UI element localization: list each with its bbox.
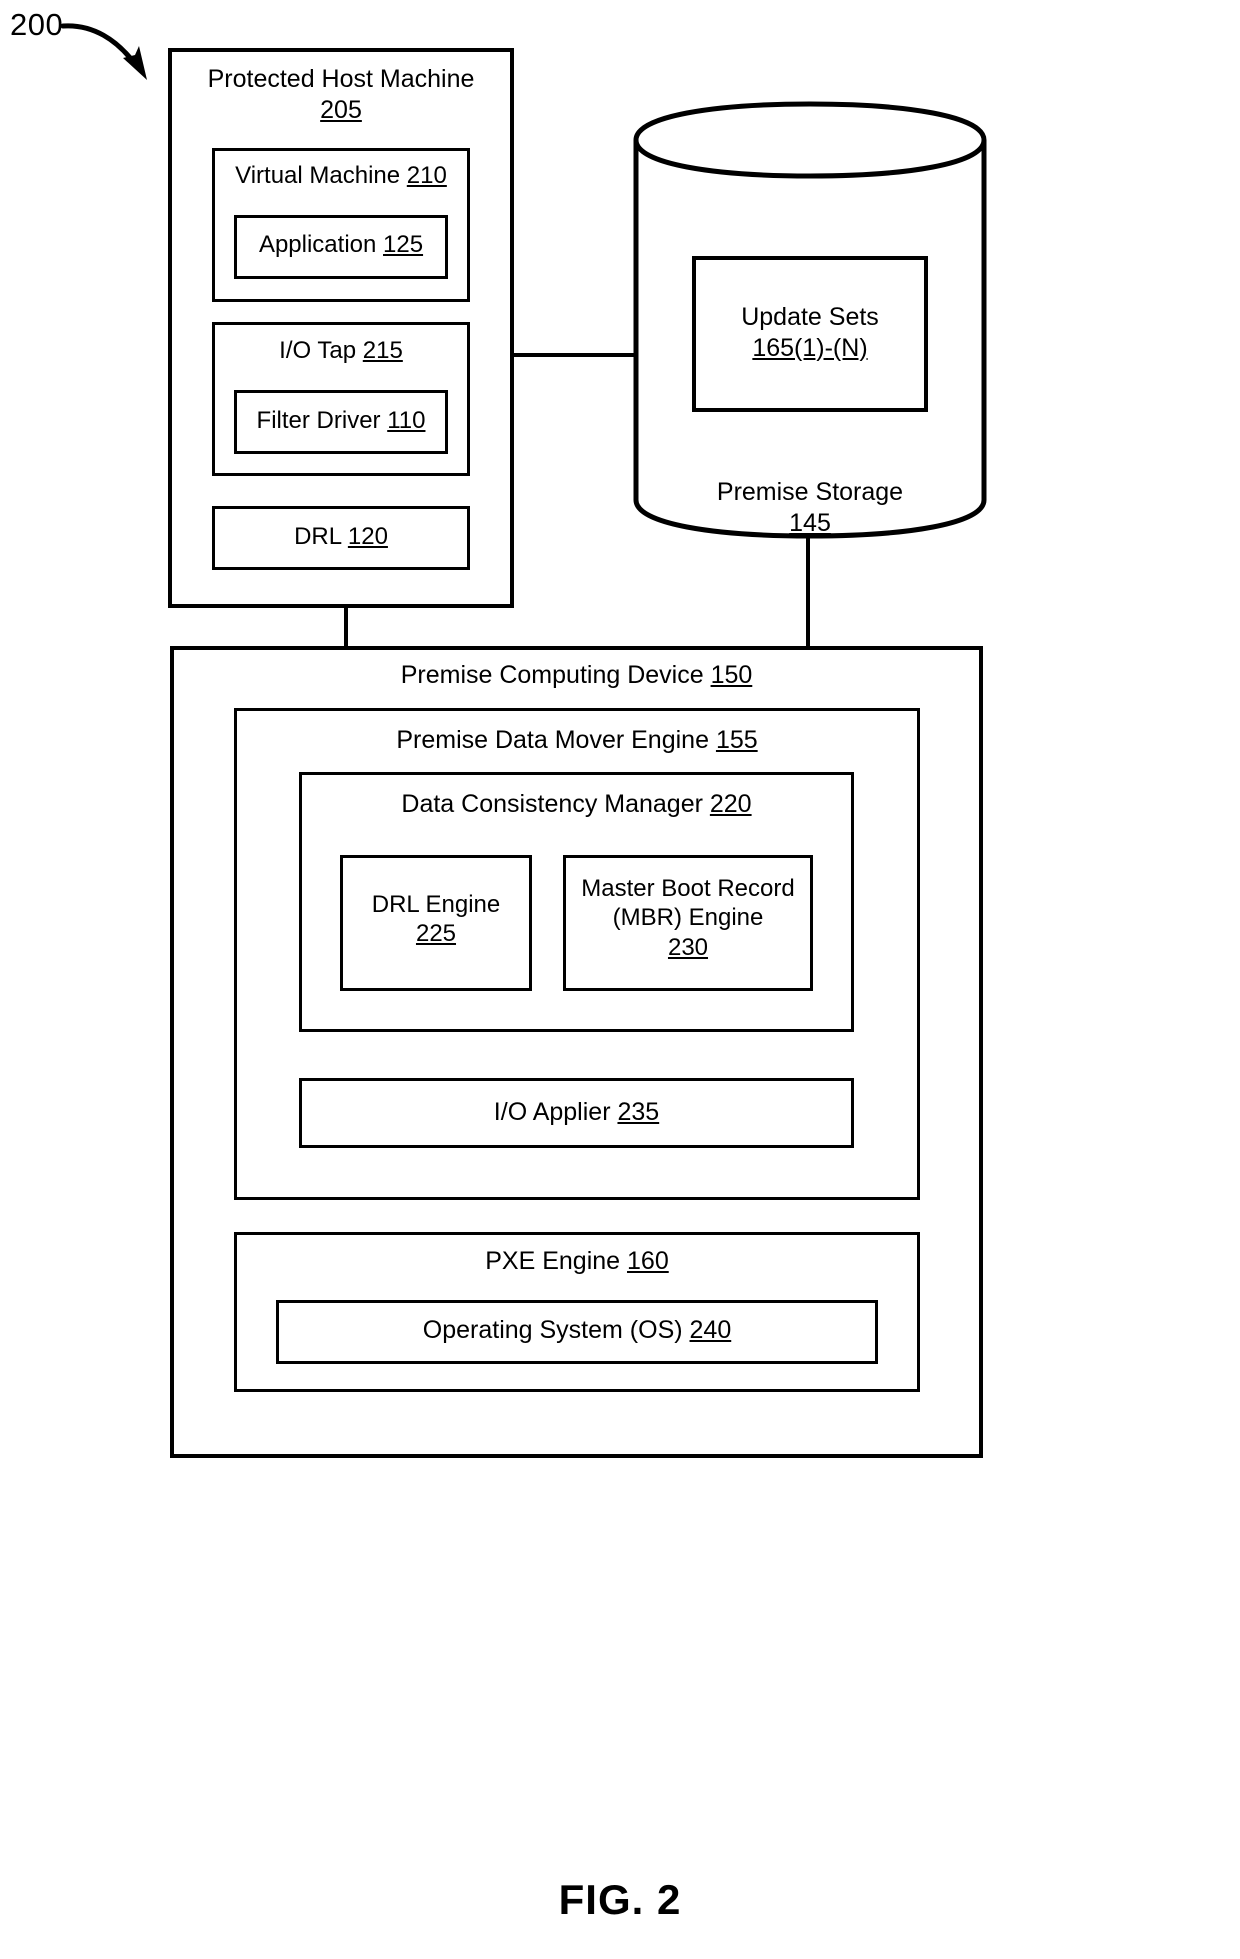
premise-computing-device-ref: 150	[710, 661, 753, 689]
operating-system-label: Operating System (OS) 240	[276, 1315, 878, 1346]
connector-storage-to-computing-device	[806, 535, 810, 648]
drl-ref: 120	[347, 523, 388, 550]
operating-system-ref: 240	[689, 1316, 732, 1344]
drl-engine-label: DRL Engine 225	[340, 890, 532, 949]
filter-driver-title: Filter Driver	[256, 407, 388, 434]
update-sets-title: Update Sets	[741, 303, 879, 331]
application-ref: 125	[383, 231, 424, 258]
figure-caption: FIG. 2	[558, 1876, 682, 1923]
premise-computing-device-label: Premise Computing Device 150	[170, 660, 983, 691]
mbr-engine-title: Master Boot Record (MBR) Engine	[581, 875, 795, 932]
premise-data-mover-engine-label: Premise Data Mover Engine 155	[234, 725, 920, 756]
premise-storage-title: Premise Storage	[716, 478, 904, 506]
protected-host-machine-label: Protected Host Machine 205	[168, 64, 514, 125]
connector-host-to-storage	[512, 353, 637, 357]
io-tap-title: I/O Tap	[279, 337, 363, 364]
virtual-machine-title: Virtual Machine	[235, 162, 407, 189]
operating-system-title: Operating System (OS)	[422, 1316, 690, 1344]
mbr-engine-label: Master Boot Record (MBR) Engine 230	[563, 874, 813, 962]
drl-label: DRL 120	[212, 522, 470, 551]
curved-arrow-icon	[60, 23, 147, 80]
mbr-engine-ref: 230	[667, 933, 709, 961]
connector-host-to-computing-device	[344, 606, 348, 648]
io-tap-ref: 215	[362, 337, 403, 364]
data-consistency-manager-title: Data Consistency Manager	[401, 790, 710, 818]
virtual-machine-ref: 210	[406, 162, 447, 189]
io-applier-title: I/O Applier	[493, 1098, 618, 1126]
virtual-machine-label: Virtual Machine 210	[212, 161, 470, 190]
pxe-engine-label: PXE Engine 160	[234, 1246, 920, 1277]
data-consistency-manager-ref: 220	[709, 790, 752, 818]
premise-data-mover-engine-title: Premise Data Mover Engine	[396, 726, 716, 754]
io-tap-label: I/O Tap 215	[212, 336, 470, 365]
pxe-engine-ref: 160	[627, 1247, 669, 1275]
application-label: Application 125	[234, 230, 448, 259]
premise-data-mover-engine-ref: 155	[715, 726, 758, 754]
drl-title: DRL	[294, 523, 348, 550]
io-applier-label: I/O Applier 235	[299, 1097, 854, 1128]
premise-computing-device-title: Premise Computing Device	[400, 661, 711, 689]
protected-host-machine-ref: 205	[320, 95, 362, 124]
data-consistency-manager-label: Data Consistency Manager 220	[299, 789, 854, 820]
io-applier-ref: 235	[617, 1098, 660, 1126]
protected-host-machine-title: Protected Host Machine	[207, 65, 475, 93]
application-title: Application	[258, 231, 384, 258]
update-sets-ref: 165(1)-(N)	[752, 333, 868, 362]
filter-driver-label: Filter Driver 110	[234, 406, 448, 435]
drl-engine-ref: 225	[415, 920, 457, 948]
pxe-engine-title: PXE Engine	[485, 1247, 628, 1275]
drl-engine-title: DRL Engine	[371, 891, 501, 918]
update-sets-label: Update Sets 165(1)-(N)	[692, 302, 928, 363]
premise-storage-ref: 145	[789, 508, 831, 537]
patent-figure-2: 200 Protected Host Machine 205 Virtual Ma…	[0, 0, 1240, 1959]
premise-storage-label: Premise Storage 145	[652, 477, 968, 538]
filter-driver-ref: 110	[387, 407, 426, 434]
